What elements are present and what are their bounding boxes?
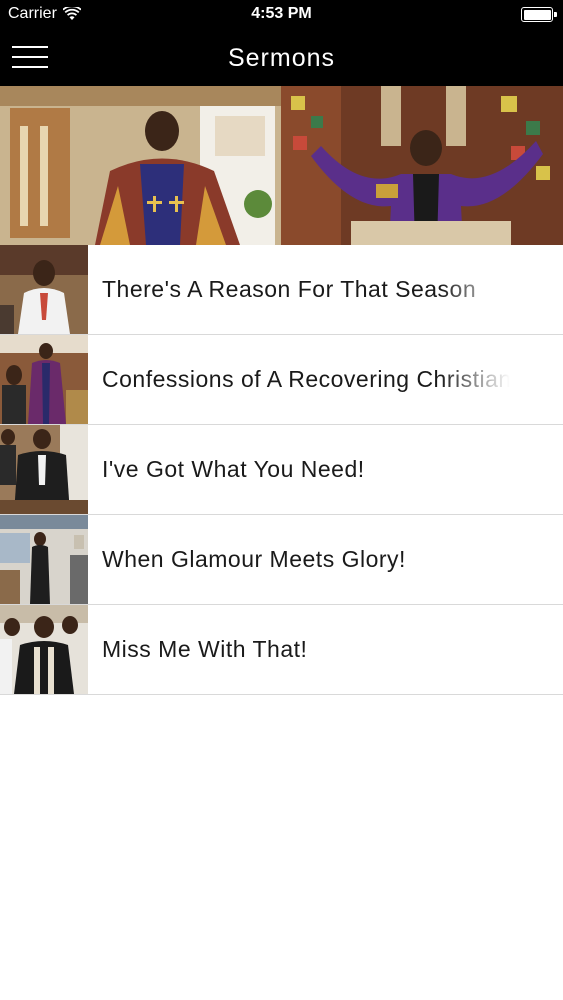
hero-image-preacher-left <box>0 86 281 245</box>
sermon-title: When Glamour Meets Glory! <box>102 546 510 573</box>
sermon-thumbnail <box>0 425 88 514</box>
status-bar: Carrier 4:53 PM <box>0 0 563 30</box>
list-item[interactable]: There's A Reason For That Season <box>0 245 563 335</box>
list-item[interactable]: When Glamour Meets Glory! <box>0 515 563 605</box>
page-title: Sermons <box>227 44 336 72</box>
sermon-title: Confessions of A Recovering Christian <box>102 366 510 393</box>
nav-bar: Sermons <box>0 30 563 86</box>
sermon-thumbnail <box>0 335 88 424</box>
hero-image-preacher-right <box>281 86 563 245</box>
hero-banner <box>0 86 563 245</box>
list-item[interactable]: Confessions of A Recovering Christian <box>0 335 563 425</box>
sermon-thumbnail <box>0 605 88 694</box>
list-item[interactable]: Miss Me With That! <box>0 605 563 695</box>
sermon-list: There's A Reason For That Season Confess… <box>0 245 563 695</box>
sermon-thumbnail <box>0 515 88 604</box>
sermon-thumbnail <box>0 245 88 334</box>
sermon-title: Miss Me With That! <box>102 636 510 663</box>
list-item[interactable]: I've Got What You Need! <box>0 425 563 515</box>
sermon-title: There's A Reason For That Season <box>102 276 510 303</box>
status-time: 4:53 PM <box>251 5 312 22</box>
battery-icon <box>521 7 557 22</box>
sermon-title: I've Got What You Need! <box>102 456 510 483</box>
